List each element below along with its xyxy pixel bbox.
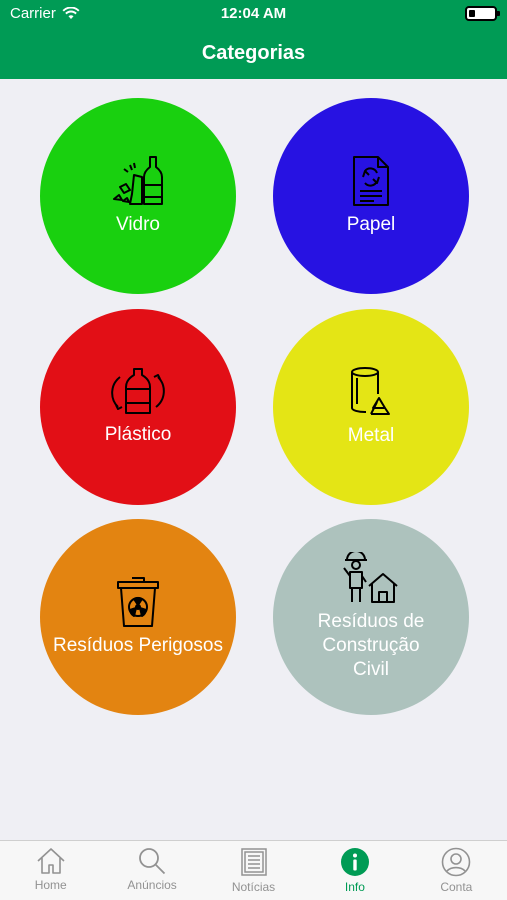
navigation-bar: Categorias xyxy=(0,28,507,79)
tab-label: Notícias xyxy=(231,880,276,894)
category-label: Metal xyxy=(347,425,395,446)
tab-home[interactable]: Home xyxy=(0,841,101,900)
news-icon xyxy=(240,848,267,876)
tab-label: Info xyxy=(344,880,365,894)
category-label: Papel xyxy=(346,214,396,235)
tab-anuncios[interactable]: Anúncios xyxy=(101,841,202,900)
category-residuos-perigosos-button[interactable]: Resíduos Perigosos xyxy=(40,519,236,715)
paper-recycle-icon xyxy=(353,156,389,206)
search-icon xyxy=(139,848,166,875)
tab-conta[interactable]: Conta xyxy=(406,841,507,900)
category-grid: Vidro Papel Plástico Metal Resíduos Peri… xyxy=(0,79,507,840)
battery-icon xyxy=(465,6,500,21)
tab-bar: Home Anúncios Notícias Info Conta xyxy=(0,840,507,900)
info-icon xyxy=(340,848,369,876)
category-label: Plástico xyxy=(104,424,172,445)
category-vidro-button[interactable]: Vidro xyxy=(40,98,236,294)
tab-label: Anúncios xyxy=(127,878,177,892)
category-metal-button[interactable]: Metal xyxy=(273,309,469,505)
category-residuos-construcao-button[interactable]: Resíduos de Construção Civil xyxy=(273,519,469,715)
category-papel-button[interactable]: Papel xyxy=(273,98,469,294)
tab-label: Conta xyxy=(440,880,473,894)
tab-noticias[interactable]: Notícias xyxy=(203,841,304,900)
tab-info[interactable]: Info xyxy=(304,841,405,900)
category-plastico-button[interactable]: Plástico xyxy=(40,309,236,505)
clock: 12:04 AM xyxy=(220,5,287,22)
glass-bottle-icon xyxy=(113,156,163,205)
status-bar: Carrier 12:04 AM xyxy=(0,0,507,28)
tab-label: Home xyxy=(34,878,67,892)
account-icon xyxy=(442,847,471,877)
category-label: Resíduos Perigosos xyxy=(52,635,224,656)
category-label: Resíduos de Construção Civil xyxy=(317,611,425,680)
construction-worker-icon xyxy=(343,552,398,603)
page-title: Categorias xyxy=(201,42,306,64)
hazardous-bin-icon xyxy=(117,577,159,627)
home-icon xyxy=(37,848,65,874)
category-label: Vidro xyxy=(115,214,160,235)
plastic-bottle-icon xyxy=(111,368,165,414)
metal-can-icon xyxy=(350,367,390,415)
